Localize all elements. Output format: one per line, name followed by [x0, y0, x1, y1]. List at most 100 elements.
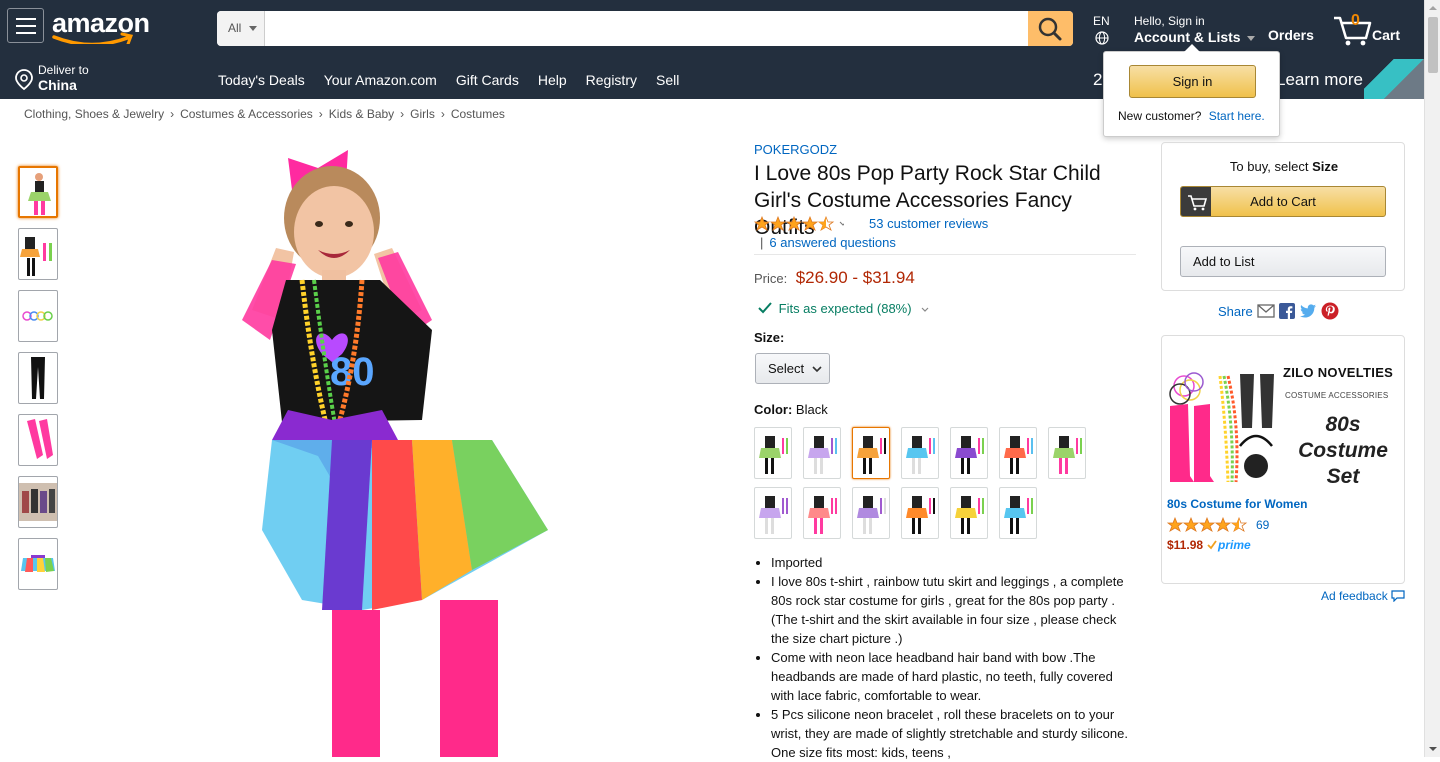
breadcrumb-item[interactable]: Kids & Baby	[329, 107, 394, 121]
pinterest-icon[interactable]	[1321, 302, 1339, 320]
breadcrumb-item[interactable]: Costumes	[451, 107, 505, 121]
ad-brand: ZILO NOVELTIES	[1283, 365, 1394, 380]
email-icon[interactable]	[1257, 304, 1275, 318]
search-button[interactable]	[1028, 11, 1073, 46]
chevron-down-icon	[921, 307, 929, 312]
nav-link-your-amazon[interactable]: Your Amazon.com	[324, 72, 437, 88]
thumbnail-image[interactable]	[18, 414, 58, 466]
feature-bullet: 5 Pcs silicone neon bracelet , roll thes…	[771, 705, 1137, 762]
product-info: POKERGODZ I Love 80s Pop Party Rock Star…	[754, 141, 1136, 760]
reviews-link[interactable]: 53 customer reviews	[869, 216, 988, 231]
ad-feedback-link[interactable]: Ad feedback	[1321, 589, 1405, 603]
answered-questions-link[interactable]: 6 answered questions	[769, 235, 895, 250]
nav-links: Today's Deals Your Amazon.com Gift Cards…	[218, 72, 698, 88]
language-label: EN	[1093, 14, 1110, 28]
feature-bullet: Come with neon lace headband hair band w…	[771, 648, 1137, 705]
breadcrumb: Clothing, Shoes & Jewelry › Costumes & Ac…	[24, 107, 505, 121]
color-swatch[interactable]	[803, 427, 841, 479]
color-swatch-selected[interactable]	[852, 427, 890, 479]
scroll-up-icon[interactable]	[1429, 6, 1437, 10]
twitter-icon[interactable]	[1299, 303, 1317, 319]
chevron-down-icon	[812, 366, 822, 373]
ad-rating[interactable]: 69	[1167, 517, 1269, 532]
divider	[754, 254, 1136, 255]
thumbnail-image[interactable]	[18, 352, 58, 404]
deliver-line2: China	[38, 77, 77, 93]
nav-link-gift-cards[interactable]: Gift Cards	[456, 72, 519, 88]
account-menu[interactable]: Hello, Sign in Account & Lists	[1134, 14, 1256, 45]
color-label-text: Color:	[754, 402, 793, 417]
promo-text[interactable]: 2	[1093, 70, 1102, 90]
language-selector[interactable]: EN	[1093, 14, 1110, 48]
color-swatch[interactable]	[1048, 427, 1086, 479]
size-label: Size:	[754, 330, 785, 345]
color-swatch[interactable]	[754, 487, 792, 539]
breadcrumb-item[interactable]: Girls	[410, 107, 435, 121]
nav-link-registry[interactable]: Registry	[586, 72, 637, 88]
add-to-cart-label: Add to Cart	[1250, 194, 1316, 209]
ad-headline: 80s Costume Set	[1298, 413, 1388, 488]
ad-subtitle: COSTUME ACCESSORIES	[1285, 391, 1389, 400]
to-buy-bold: Size	[1312, 159, 1339, 174]
color-swatch[interactable]	[950, 427, 988, 479]
nav-link-todays-deals[interactable]: Today's Deals	[218, 72, 305, 88]
color-swatch[interactable]	[803, 487, 841, 539]
color-swatch[interactable]	[901, 427, 939, 479]
breadcrumb-item[interactable]: Clothing, Shoes & Jewelry	[24, 107, 164, 121]
breadcrumb-item[interactable]: Costumes & Accessories	[180, 107, 313, 121]
search-category-label: All	[228, 21, 242, 35]
stars-icon	[1167, 517, 1248, 532]
size-dropdown[interactable]: Select	[755, 353, 830, 384]
menu-icon[interactable]	[7, 8, 44, 43]
color-swatch[interactable]	[999, 427, 1037, 479]
promo-learn-more[interactable]: Learn more	[1276, 70, 1363, 90]
nav-link-sell[interactable]: Sell	[656, 72, 679, 88]
fit-indicator[interactable]: Fits as expected (88%)	[758, 301, 929, 316]
prime-check-icon	[1207, 540, 1217, 550]
breadcrumb-separator-icon: ›	[440, 107, 445, 121]
ad-product-image	[1169, 372, 1274, 483]
signin-button[interactable]: Sign in	[1129, 65, 1256, 98]
nav-link-help[interactable]: Help	[538, 72, 567, 88]
to-buy-label: To buy, select	[1229, 159, 1309, 174]
facebook-icon[interactable]	[1278, 303, 1295, 319]
color-swatch[interactable]	[901, 487, 939, 539]
amazon-logo[interactable]: amazon	[52, 8, 152, 44]
star-rating[interactable]	[754, 216, 844, 232]
sponsored-ad[interactable]: ZILO NOVELTIES COSTUME ACCESSORIES 80s C…	[1161, 335, 1405, 584]
share-row: Share	[1218, 302, 1339, 320]
add-to-list-button[interactable]: Add to List	[1180, 246, 1386, 277]
breadcrumb-separator-icon: ›	[170, 107, 175, 121]
thumbnail-image[interactable]	[18, 538, 58, 590]
ad-price: $11.98	[1167, 538, 1204, 552]
orders-link[interactable]: Orders	[1268, 27, 1314, 43]
start-here-link[interactable]: Start here.	[1209, 109, 1265, 123]
thumbnail-image[interactable]	[18, 166, 58, 218]
thumbnail-image[interactable]	[18, 290, 58, 342]
to-buy-text: To buy, select Size	[1162, 159, 1406, 174]
color-swatch[interactable]	[852, 487, 890, 539]
color-swatch[interactable]	[999, 487, 1037, 539]
search-category-dropdown[interactable]: All	[217, 11, 265, 46]
add-to-cart-button[interactable]: Add to Cart	[1180, 186, 1386, 217]
scroll-down-icon[interactable]	[1429, 747, 1437, 751]
brand-link[interactable]: POKERGODZ	[754, 142, 837, 157]
cart-button[interactable]: 0 Cart	[1332, 12, 1407, 46]
main-product-image[interactable]: 80	[222, 140, 552, 757]
color-swatch[interactable]	[754, 427, 792, 479]
cart-label: Cart	[1372, 27, 1401, 43]
globe-icon	[1095, 31, 1109, 45]
color-swatch[interactable]	[950, 487, 988, 539]
thumbnail-image[interactable]	[18, 476, 58, 528]
scrollbar-thumb[interactable]	[1428, 17, 1438, 73]
checkmark-icon	[758, 302, 772, 314]
ad-product-link[interactable]: 80s Costume for Women	[1167, 497, 1307, 511]
separator: |	[760, 235, 764, 250]
thumbnail-image[interactable]	[18, 228, 58, 280]
signin-flyout: Sign in New customer? Start here.	[1103, 44, 1280, 137]
vertical-scrollbar[interactable]	[1424, 0, 1440, 757]
new-customer-label: New customer?	[1118, 109, 1202, 123]
location-pin-icon	[15, 69, 33, 91]
search-input[interactable]	[265, 11, 1028, 46]
share-label: Share	[1218, 303, 1253, 319]
